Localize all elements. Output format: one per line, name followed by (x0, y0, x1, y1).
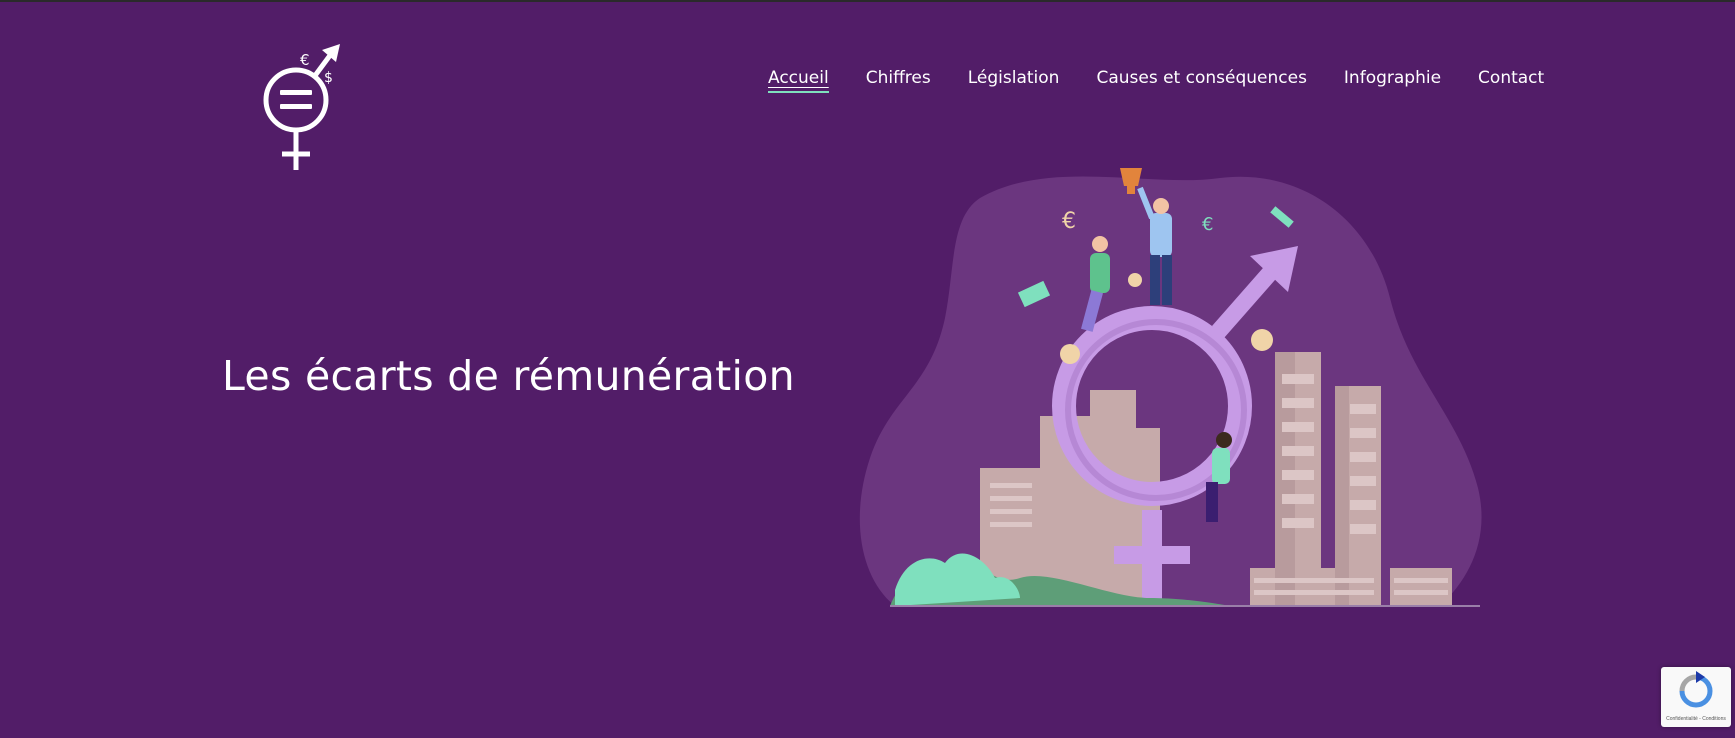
hero-title: Les écarts de rémunération (222, 352, 795, 400)
nav-item-causes-consequences[interactable]: Causes et conséquences (1096, 66, 1306, 90)
dollar-icon: $ (324, 70, 333, 86)
recaptcha-badge[interactable]: Confidentialité - Conditions (1661, 667, 1731, 727)
main-nav: Accueil Chiffres Législation Causes et c… (768, 66, 1544, 93)
top-border (0, 0, 1735, 2)
euro-icon: € (300, 51, 310, 69)
recaptcha-text[interactable]: Confidentialité - Conditions (1661, 716, 1731, 722)
nav-item-accueil[interactable]: Accueil (768, 66, 829, 93)
nav-item-infographie[interactable]: Infographie (1344, 66, 1441, 90)
nav-item-legislation[interactable]: Législation (968, 66, 1060, 90)
svg-text:€: € (1202, 214, 1213, 235)
gender-pay-gap-illustration: € € (859, 168, 1482, 607)
gender-equality-logo-icon[interactable]: € $ (256, 44, 346, 172)
recaptcha-icon (1679, 671, 1713, 708)
nav-item-chiffres[interactable]: Chiffres (866, 66, 931, 90)
svg-text:€: € (1062, 209, 1076, 234)
nav-item-contact[interactable]: Contact (1478, 66, 1544, 90)
